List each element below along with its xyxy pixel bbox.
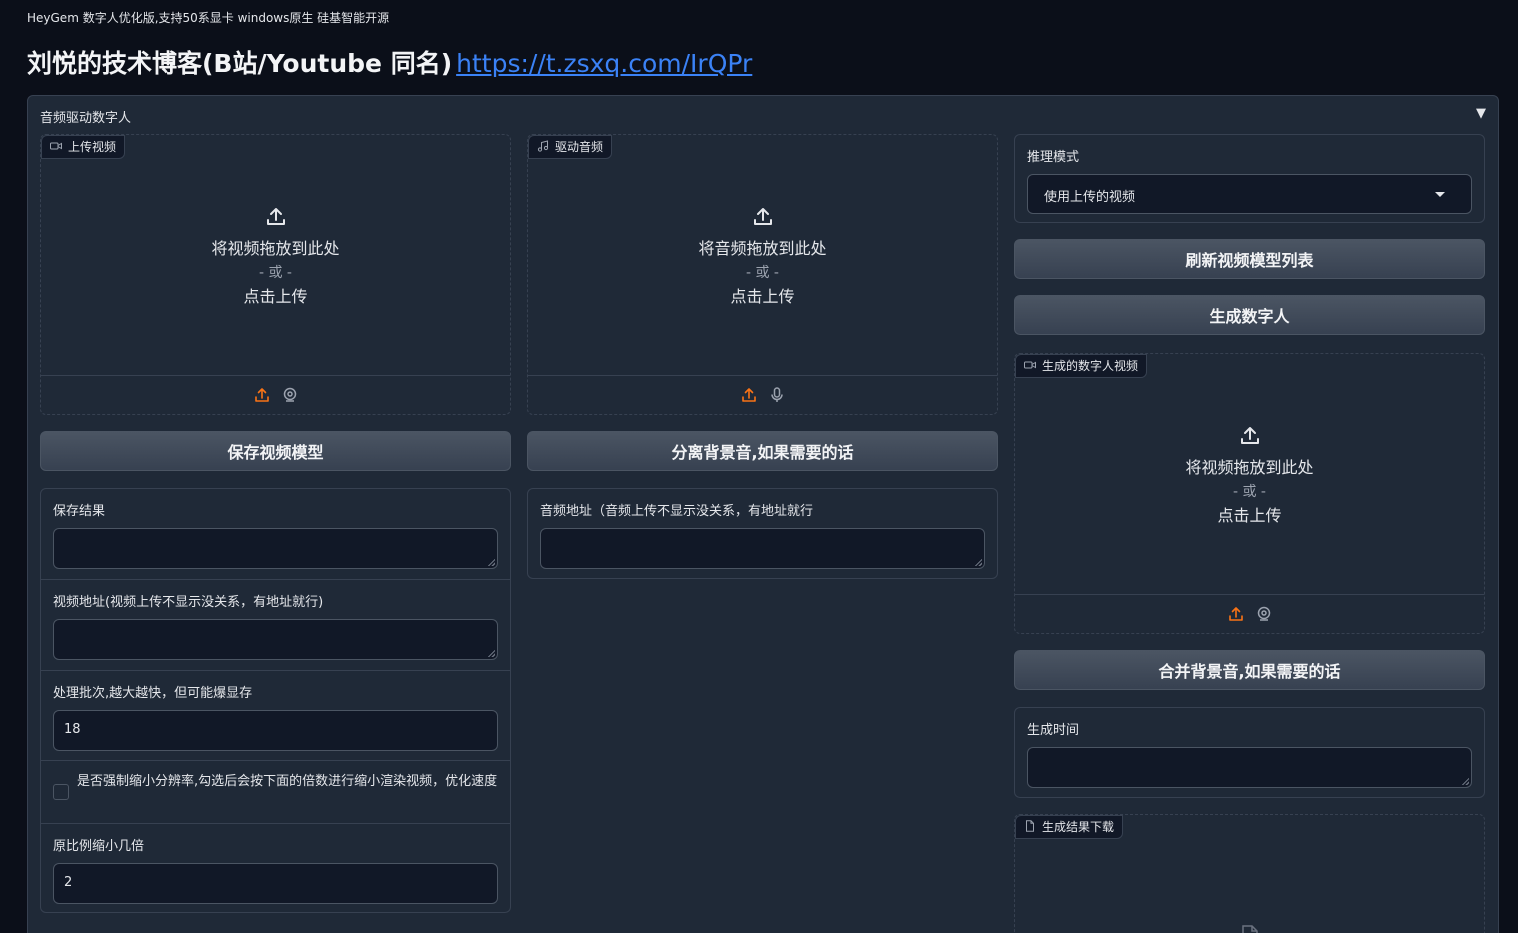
- audio-path-field: 音频地址（音频上传不显示没关系，有地址就行: [528, 489, 997, 569]
- music-note-icon: [537, 140, 549, 152]
- page-title-text: 刘悦的技术博客(B站/Youtube 同名): [27, 49, 453, 78]
- video-upload-tag-label: 上传视频: [68, 140, 117, 154]
- batch-size-field: 处理批次,越大越快，但可能爆显存 18: [41, 670, 510, 760]
- audio-drop-text: 将音频拖放到此处: [698, 239, 827, 258]
- audio-path-label: 音频地址（音频上传不显示没关系，有地址就行: [540, 504, 814, 519]
- audio-click-text: 点击上传: [730, 287, 795, 306]
- video-or-text: - 或 -: [258, 265, 292, 281]
- output-video-tag: 生成的数字人视频: [1015, 354, 1148, 378]
- video-upload-tag: 上传视频: [41, 135, 126, 159]
- force-downscale-checkbox[interactable]: [53, 784, 69, 800]
- audio-driven-avatar-panel: 音频驱动数字人 ▼ 上传视频 将视频拖放到此处 - 或 - 点击上传 驱动音频 …: [27, 95, 1499, 933]
- audio-drop-zone[interactable]: 将音频拖放到此处 - 或 - 点击上传: [528, 205, 997, 309]
- file-placeholder-icon: [1242, 925, 1258, 933]
- video-camera-icon: [50, 142, 62, 150]
- page-title: 刘悦的技术博客(B站/Youtube 同名) https://t.zsxq.com…: [27, 44, 752, 80]
- upload-icon: [1240, 427, 1259, 444]
- video-source-bar: [41, 375, 510, 414]
- inference-mode-label: 推理模式: [1027, 150, 1080, 165]
- download-tag-label: 生成结果下载: [1042, 820, 1115, 834]
- output-source-bar: [1015, 594, 1484, 633]
- video-path-label: 视频地址(视频上传不显示没关系，有地址就行): [53, 595, 324, 610]
- scale-factor-label: 原比例缩小几倍: [53, 839, 145, 854]
- upload-icon: [266, 208, 285, 225]
- headline-link[interactable]: https://t.zsxq.com/IrQPr: [456, 49, 752, 78]
- inference-mode-value: 使用上传的视频: [1044, 190, 1136, 205]
- audio-upload-tag-label: 驱动音频: [555, 140, 604, 154]
- scale-factor-field: 原比例缩小几倍 2: [41, 823, 510, 913]
- gen-time-label: 生成时间: [1027, 723, 1080, 738]
- output-drop-zone[interactable]: 将视频拖放到此处 - 或 - 点击上传: [1015, 424, 1484, 528]
- save-result-label: 保存结果: [53, 504, 106, 519]
- video-path-textbox[interactable]: [53, 619, 498, 660]
- left-settings-form: 保存结果 视频地址(视频上传不显示没关系，有地址就行) 处理批次,越大越快，但可…: [40, 488, 511, 913]
- resize-grip-icon[interactable]: [974, 558, 982, 566]
- merge-bg-button[interactable]: 合并背景音,如果需要的话: [1014, 650, 1485, 690]
- output-click-text: 点击上传: [1217, 506, 1282, 525]
- audio-or-text: - 或 -: [745, 265, 779, 281]
- audio-upload[interactable]: 驱动音频 将音频拖放到此处 - 或 - 点击上传: [527, 134, 998, 415]
- result-download[interactable]: 生成结果下载: [1014, 814, 1485, 933]
- output-or-text: - 或 -: [1232, 484, 1266, 500]
- batch-size-label: 处理批次,越大越快，但可能爆显存: [53, 686, 253, 701]
- output-video-tag-label: 生成的数字人视频: [1042, 359, 1139, 373]
- top-note: HeyGem 数字人优化版,支持50系显卡 windows原生 硅基智能开源: [27, 11, 390, 25]
- gen-time-block: 生成时间: [1014, 707, 1485, 798]
- audio-path-block: 音频地址（音频上传不显示没关系，有地址就行: [527, 488, 998, 579]
- output-drop-text: 将视频拖放到此处: [1185, 458, 1314, 477]
- resize-grip-icon[interactable]: [1461, 777, 1469, 785]
- force-downscale-field: 是否强制缩小分辨率,勾选后会按下面的倍数进行缩小渲染视频，优化速度: [41, 760, 510, 823]
- upload-source-icon[interactable]: [1228, 606, 1244, 622]
- microphone-icon[interactable]: [769, 387, 785, 403]
- upload-source-icon[interactable]: [254, 387, 270, 403]
- batch-size-input[interactable]: 18: [53, 710, 498, 751]
- upload-source-icon[interactable]: [741, 387, 757, 403]
- inference-mode-field: 推理模式 使用上传的视频: [1015, 135, 1484, 214]
- gen-time-field: 生成时间: [1015, 708, 1484, 788]
- collapse-toggle-icon[interactable]: ▼: [1476, 106, 1486, 121]
- webcam-icon[interactable]: [282, 387, 298, 403]
- upload-icon: [753, 208, 772, 225]
- gen-time-textbox[interactable]: [1027, 747, 1472, 788]
- output-video[interactable]: 生成的数字人视频 将视频拖放到此处 - 或 - 点击上传: [1014, 353, 1485, 634]
- force-downscale-label: 是否强制缩小分辨率,勾选后会按下面的倍数进行缩小渲染视频，优化速度: [77, 774, 498, 789]
- video-drop-text: 将视频拖放到此处: [211, 239, 340, 258]
- inference-mode-select[interactable]: 使用上传的视频: [1027, 174, 1472, 214]
- video-path-field: 视频地址(视频上传不显示没关系，有地址就行): [41, 579, 510, 670]
- scale-factor-input[interactable]: 2: [53, 863, 498, 904]
- video-camera-icon: [1024, 361, 1036, 369]
- file-icon: [1026, 820, 1034, 832]
- download-tag: 生成结果下载: [1015, 815, 1124, 839]
- video-click-text: 点击上传: [243, 287, 308, 306]
- resize-grip-icon[interactable]: [487, 649, 495, 657]
- panel-title: 音频驱动数字人: [40, 111, 132, 126]
- save-result-textbox[interactable]: [53, 528, 498, 569]
- dropdown-caret-icon: [1435, 192, 1445, 197]
- webcam-icon[interactable]: [1256, 606, 1272, 622]
- save-result-field: 保存结果: [41, 489, 510, 579]
- inference-mode-block: 推理模式 使用上传的视频: [1014, 134, 1485, 223]
- resize-grip-icon[interactable]: [487, 558, 495, 566]
- save-video-model-button[interactable]: 保存视频模型: [40, 431, 511, 471]
- video-upload[interactable]: 上传视频 将视频拖放到此处 - 或 - 点击上传: [40, 134, 511, 415]
- audio-source-bar: [528, 375, 997, 414]
- audio-path-textbox[interactable]: [540, 528, 985, 569]
- audio-upload-tag: 驱动音频: [528, 135, 613, 159]
- refresh-models-button[interactable]: 刷新视频模型列表: [1014, 239, 1485, 279]
- generate-avatar-button[interactable]: 生成数字人: [1014, 295, 1485, 335]
- video-drop-zone[interactable]: 将视频拖放到此处 - 或 - 点击上传: [41, 205, 510, 309]
- separate-bg-button[interactable]: 分离背景音,如果需要的话: [527, 431, 998, 471]
